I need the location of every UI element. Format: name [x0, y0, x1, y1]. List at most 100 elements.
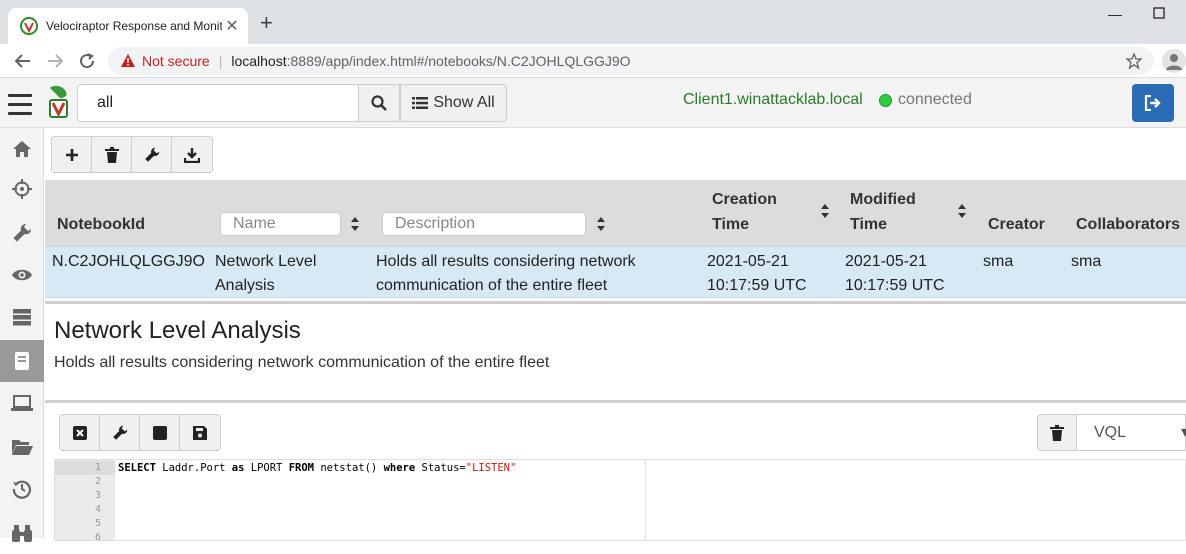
tab-close-icon[interactable]: ✕: [222, 16, 242, 36]
sidebar-item-notebooks[interactable]: [0, 340, 44, 382]
row-modified-date: 2021-05-21: [845, 253, 927, 270]
chevron-down-icon: ▾: [1180, 424, 1186, 441]
wrench-icon: [144, 147, 159, 162]
client-search-input[interactable]: [77, 84, 359, 122]
maximize-icon[interactable]: [1153, 6, 1165, 22]
header-modified-time-1[interactable]: Modified: [850, 191, 916, 209]
sidebar-item-client[interactable]: [0, 382, 44, 424]
status-label: connected: [898, 91, 972, 108]
row-collaborators: sma: [1071, 253, 1102, 270]
logout-button[interactable]: [1132, 84, 1174, 122]
eye-icon: [12, 269, 32, 281]
trash-icon: [104, 146, 119, 163]
save-cell-button[interactable]: [180, 415, 220, 450]
laptop-icon: [11, 395, 33, 411]
sidebar-item-artifacts[interactable]: [0, 212, 44, 254]
stop-cell-button[interactable]: [140, 415, 180, 450]
edit-notebook-button[interactable]: [132, 137, 172, 172]
row-creation-clock: 10:17:59 UTC: [707, 277, 807, 294]
close-cell-button[interactable]: [60, 415, 100, 450]
cell-language-value: VQL: [1094, 424, 1127, 441]
code-line-1: SELECT Laddr.Port as LPORT FROM netstat(…: [118, 462, 517, 474]
wrench-icon: [112, 425, 127, 440]
forward-icon[interactable]: [44, 50, 66, 72]
sidebar-item-home[interactable]: [0, 128, 44, 170]
section-divider: [45, 301, 1186, 304]
trash-icon: [1050, 424, 1064, 441]
row-modified-clock: 10:17:59 UTC: [845, 277, 945, 294]
name-filter-input[interactable]: Name: [220, 212, 341, 236]
profile-avatar-icon[interactable]: [1162, 49, 1186, 73]
not-secure-label[interactable]: Not secure: [142, 53, 210, 69]
export-notebook-button[interactable]: [172, 137, 212, 172]
notebooks-main: NotebookId Name Description Creation Tim…: [45, 128, 1186, 541]
sidebar-item-interrogate[interactable]: [0, 512, 44, 554]
browser-tab[interactable]: Velociraptor Response and Monit ✕: [8, 8, 248, 44]
cell-language-select[interactable]: VQL ▾: [1078, 414, 1186, 451]
cell-toolbar: [59, 414, 221, 451]
show-all-button[interactable]: Show All: [400, 84, 507, 122]
sign-out-icon: [1144, 95, 1161, 111]
search-button[interactable]: [359, 84, 400, 122]
save-icon: [193, 425, 207, 440]
url-path: :8889/app/index.html#/notebooks/N.C2JOHL…: [286, 53, 631, 69]
line-number: 6: [94, 532, 101, 541]
back-icon[interactable]: [12, 50, 34, 72]
binoculars-icon: [12, 525, 32, 542]
header-collaborators[interactable]: Collaborators: [1076, 216, 1180, 234]
row-name-line2: Analysis: [215, 277, 275, 294]
address-bar[interactable]: Not secure | localhost:8889/app/index.ht…: [108, 47, 1154, 75]
header-creator[interactable]: Creator: [988, 216, 1045, 234]
row-creator: sma: [983, 253, 1014, 270]
description-filter-input[interactable]: Description: [382, 212, 586, 236]
row-description-line2: communication of the entire fleet: [376, 277, 608, 294]
bookmark-star-icon[interactable]: [1125, 52, 1143, 72]
row-name-line1: Network Level: [215, 253, 317, 270]
cell-settings-button[interactable]: [100, 415, 140, 450]
client-name[interactable]: Client1.winattacklab.local: [683, 91, 863, 109]
table-row[interactable]: N.C2JOHLQLGGJ9O Network Level Analysis H…: [45, 246, 1186, 298]
home-icon: [13, 141, 31, 157]
sidebar-item-collected[interactable]: [0, 468, 44, 510]
delete-cell-button[interactable]: [1037, 414, 1077, 451]
header-notebook-id[interactable]: NotebookId: [57, 216, 145, 234]
sidebar-item-monitoring[interactable]: [0, 254, 44, 296]
folder-open-icon: [12, 440, 33, 455]
row-description-line1: Holds all results considering network: [376, 253, 636, 270]
sidebar-item-vfs[interactable]: [0, 426, 44, 468]
notebook-cell: VQL ▾ 1 2 3 4 5 6 SELECT Laddr.Port as L…: [45, 400, 1186, 541]
velociraptor-favicon-icon: [20, 17, 38, 35]
delete-notebook-button[interactable]: [92, 137, 132, 172]
crosshairs-icon: [12, 179, 32, 199]
header-creation-time-2[interactable]: Time: [712, 216, 749, 234]
connected-dot-icon: [879, 93, 892, 107]
notebook-description: Holds all results considering network co…: [54, 354, 550, 371]
vql-editor[interactable]: 1 2 3 4 5 6 SELECT Laddr.Port as LPORT F…: [54, 459, 1186, 541]
sidebar-item-server[interactable]: [0, 296, 44, 338]
browser-toolbar: Not secure | localhost:8889/app/index.ht…: [0, 44, 1186, 78]
editor-gutter: 1 2 3 4 5 6: [55, 460, 115, 541]
hamburger-menu-icon[interactable]: [8, 94, 32, 121]
sort-creation-icon[interactable]: [820, 203, 830, 219]
notebook-toolbar: [51, 136, 213, 173]
sort-modified-icon[interactable]: [957, 203, 967, 219]
sort-description-icon[interactable]: [596, 216, 606, 232]
header-creation-time-1[interactable]: Creation: [712, 191, 777, 209]
server-icon: [13, 309, 31, 326]
sidebar-item-hunts[interactable]: [0, 168, 44, 210]
velociraptor-logo-icon: [49, 85, 68, 118]
print-margin: [645, 460, 646, 540]
reload-icon[interactable]: [76, 50, 98, 72]
header-modified-time-2[interactable]: Time: [850, 216, 887, 234]
list-icon: [412, 97, 429, 109]
warning-icon: [121, 54, 135, 67]
new-notebook-button[interactable]: [52, 137, 92, 172]
line-number: 5: [94, 518, 101, 529]
sort-name-icon[interactable]: [350, 216, 360, 232]
row-creation-date: 2021-05-21: [707, 253, 789, 270]
connection-status: connected: [879, 91, 972, 109]
new-tab-icon[interactable]: +: [260, 12, 273, 34]
history-icon: [12, 480, 32, 499]
minimize-icon[interactable]: —: [1108, 6, 1122, 22]
wrench-icon: [13, 223, 32, 242]
